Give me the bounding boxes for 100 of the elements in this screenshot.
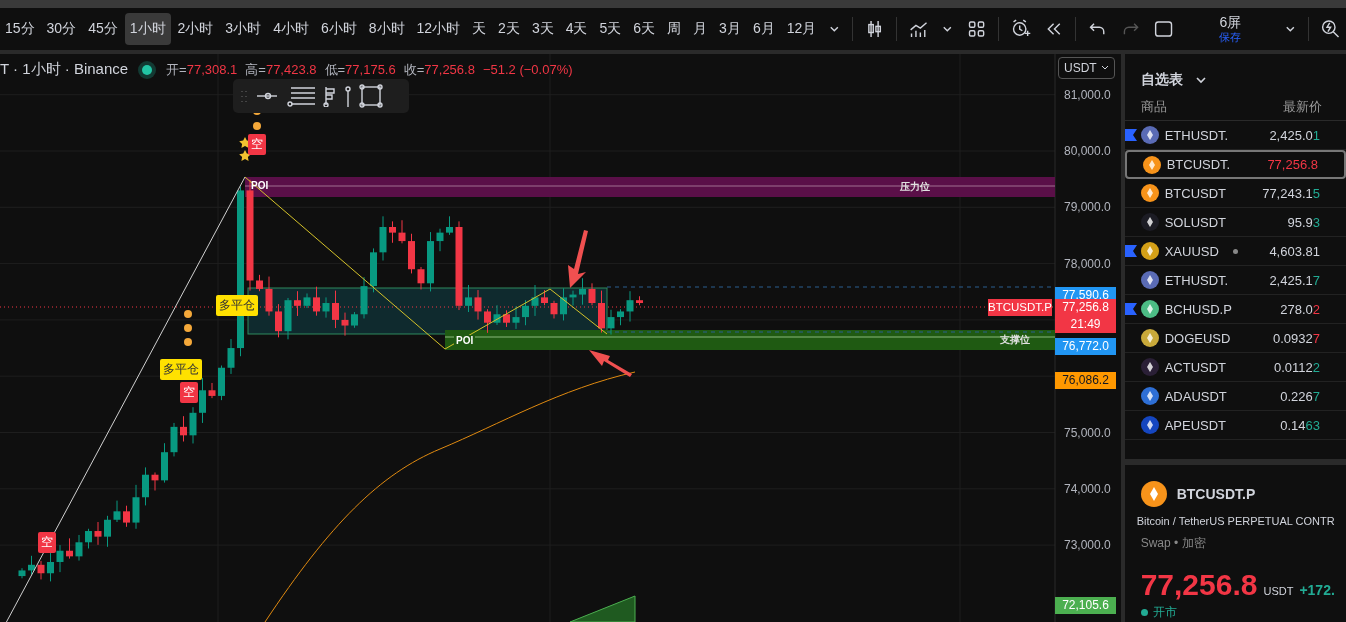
candle (47, 550, 54, 582)
watchlist-row[interactable]: ETHUSDT. 2,425.17 (1124, 266, 1346, 295)
axis-label: 81,000.0 (1064, 87, 1111, 102)
symbol-name: ACTUSDT (1164, 359, 1228, 375)
candle (142, 466, 149, 506)
drag-handle-icon[interactable] (239, 88, 249, 104)
candle (113, 500, 121, 523)
last-price: 77,243.15 (1262, 185, 1320, 201)
candle (294, 290, 301, 317)
symbol-name: BTCUSDT.P (1176, 486, 1256, 502)
price-tag: 76,086.2 (1055, 372, 1116, 389)
candle (94, 521, 102, 546)
watchlist-row[interactable]: XAUUSD 4,603.81 (1124, 237, 1346, 266)
last-price: 0.01122 (1273, 359, 1320, 375)
candle (18, 567, 26, 579)
interval-tab[interactable]: 2天 (493, 13, 525, 45)
rectangle-tool-icon[interactable] (359, 84, 383, 108)
signal-badge: 空 (38, 532, 56, 553)
interval-tab[interactable]: 6小时 (315, 13, 362, 45)
interval-tab[interactable]: 3月 (714, 13, 746, 45)
symbol-name: ETHUSDT. (1164, 272, 1230, 288)
currency-unit: USDT (1263, 585, 1294, 597)
lines-tool-icon[interactable] (287, 85, 317, 107)
candle (199, 377, 206, 424)
candle (541, 289, 548, 306)
last-price: 77,256.8 (1267, 157, 1318, 172)
watchlist-row[interactable]: DOGEUSD 0.09327 (1124, 324, 1346, 353)
candle (284, 297, 292, 340)
interval-tab[interactable]: 5天 (594, 13, 627, 45)
watchlist-row[interactable]: BTCUSDT 77,243.15 (1124, 179, 1346, 208)
candle (484, 308, 491, 334)
candle (446, 215, 453, 236)
interval-tab[interactable]: 月 (688, 13, 713, 45)
candle (636, 295, 643, 306)
candle (389, 220, 396, 244)
caret-icon[interactable] (1194, 74, 1207, 86)
axis-label: 80,000.0 (1064, 144, 1111, 158)
symbol-description: Bitcoin / TetherUS PERPETUAL CONTR (1136, 515, 1336, 527)
candle (588, 282, 596, 306)
symbol-category: Swap • 加密 (1140, 535, 1207, 552)
watchlist-row[interactable]: ACTUSDT 0.01122 (1124, 353, 1346, 382)
poi-label: POI (454, 335, 476, 346)
watchlist-title[interactable]: 自选表 (1140, 71, 1183, 89)
interval-tab[interactable]: 2小时 (172, 13, 219, 45)
price-tag: 76,772.0 (1055, 338, 1116, 355)
candle (560, 287, 567, 321)
interval-tab[interactable]: 1小时 (124, 13, 171, 45)
candle (218, 365, 225, 401)
candle (37, 560, 45, 580)
interval-tab[interactable]: 天 (467, 13, 492, 45)
candle (332, 290, 339, 329)
watchlist-row[interactable]: APEUSDT 0.1463 (1124, 411, 1346, 440)
watchlist-row[interactable]: SOLUSDT 95.93 (1124, 208, 1346, 237)
watchlist-row[interactable]: BCHUSD.P 278.02 (1124, 295, 1346, 324)
candle (161, 442, 168, 484)
last-price: 2,425.17 (1269, 272, 1320, 288)
candle (227, 338, 235, 375)
interval-tab[interactable]: 8小时 (363, 13, 410, 45)
price-tag: 77,256.8 21:49 (1055, 299, 1116, 333)
interval-tab[interactable]: 3天 (526, 13, 559, 45)
price-tag: 72,105.6 (1055, 597, 1116, 614)
flag-tool-icon[interactable] (323, 85, 337, 107)
candle (85, 528, 92, 549)
candle (579, 277, 586, 306)
column-header[interactable]: 最新价 (1283, 98, 1322, 116)
interval-tab[interactable]: 12月 (781, 13, 822, 45)
symbol-name: ADAUSDT (1164, 388, 1228, 404)
candle (208, 382, 216, 399)
symbol-name: APEUSDT (1164, 417, 1228, 433)
interval-tab[interactable]: 周 (662, 13, 687, 45)
candle (550, 300, 558, 319)
currency-dropdown[interactable]: USDT (1058, 57, 1115, 79)
interval-tab[interactable]: 6月 (747, 13, 780, 45)
symbol-name: BTCUSDT (1164, 185, 1228, 201)
poi-label: POI (250, 180, 270, 191)
vertical-line-icon[interactable] (343, 85, 353, 107)
ohlc-value: 开=77,308.1 (166, 60, 238, 79)
layout-button[interactable]: 6屏 保存 (1213, 14, 1248, 44)
interval-tab[interactable]: 3小时 (220, 13, 267, 45)
watchlist-row[interactable]: BTCUSDT. 77,256.8 (1124, 150, 1346, 179)
axis-label: 74,000.0 (1064, 481, 1111, 496)
interval-tab[interactable]: 12小时 (411, 13, 466, 45)
candle (265, 276, 273, 317)
candle (360, 276, 368, 319)
symbol-name: XAUUSD (1164, 243, 1220, 259)
candle (417, 266, 425, 290)
candle (341, 312, 349, 337)
interval-tab[interactable]: 45分 (83, 13, 123, 45)
interval-tab[interactable]: 4小时 (268, 13, 314, 45)
watchlist-row[interactable]: ADAUSDT 0.2267 (1124, 382, 1346, 411)
candle (503, 309, 510, 328)
interval-tab[interactable]: 15分 (0, 13, 40, 45)
candle (275, 303, 282, 338)
column-header[interactable]: 商品 (1140, 98, 1167, 116)
interval-tab[interactable]: 30分 (41, 13, 82, 45)
candle (180, 415, 187, 442)
price-change: +172. (1299, 582, 1335, 598)
interval-tab[interactable]: 6天 (628, 13, 661, 45)
watchlist-row[interactable]: ETHUSDT. 2,425.01 (1124, 121, 1346, 150)
interval-tab[interactable]: 4天 (560, 13, 593, 45)
